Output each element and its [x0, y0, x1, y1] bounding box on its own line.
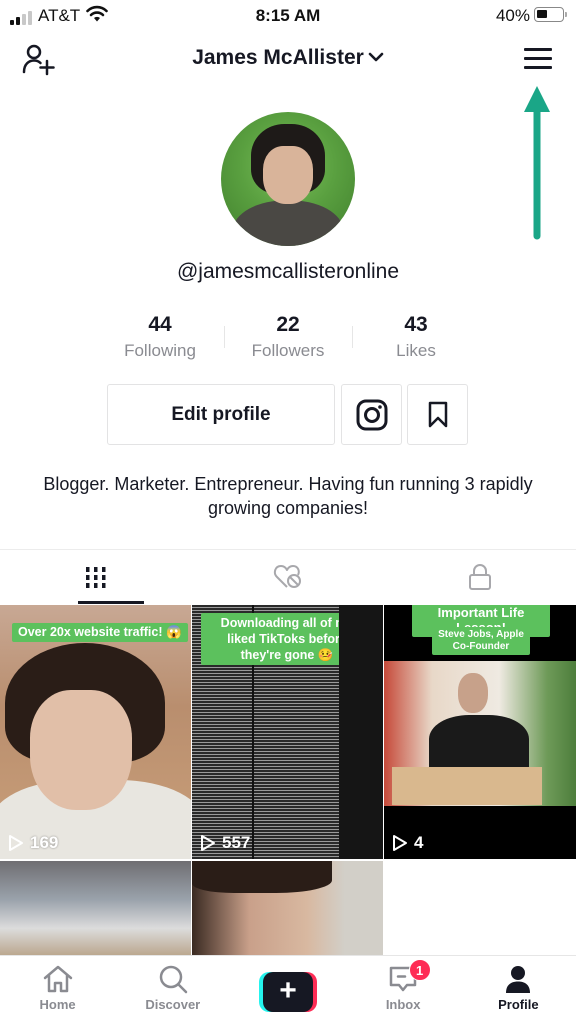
bookmark-icon: [428, 401, 447, 427]
nav-label: Home: [39, 997, 76, 1012]
view-count-value: 169: [30, 833, 59, 852]
content-tabs: [0, 550, 576, 604]
plus-icon: +: [262, 972, 313, 1012]
video-thumbnail[interactable]: [192, 861, 383, 955]
stat-value: 22: [276, 313, 300, 336]
stat-followers[interactable]: 22 Followers: [224, 312, 352, 364]
lock-icon: [469, 564, 491, 590]
search-icon: [159, 965, 188, 994]
stat-label: Following: [124, 341, 196, 360]
menu-button[interactable]: [524, 48, 552, 70]
nav-create[interactable]: +: [230, 956, 345, 1024]
stat-label: Followers: [251, 341, 325, 360]
tab-private[interactable]: [384, 550, 576, 604]
view-count-value: 557: [222, 833, 251, 852]
nav-discover[interactable]: Discover: [115, 956, 230, 1024]
nav-label: Inbox: [385, 997, 421, 1012]
view-count-value: 4: [414, 833, 424, 852]
video-caption: Over 20x website traffic! 😱: [12, 623, 188, 642]
heart-hidden-icon: [273, 565, 301, 588]
video-grid: Over 20x website traffic! 😱 169 Download…: [0, 605, 576, 955]
video-thumbnail[interactable]: [0, 861, 191, 955]
nav-inbox[interactable]: 1 Inbox: [346, 956, 461, 1024]
stat-label: Likes: [396, 341, 436, 360]
view-count: 4: [392, 833, 423, 853]
play-icon: [393, 835, 407, 851]
home-icon: [43, 965, 72, 993]
account-name: James McAllister: [192, 46, 364, 69]
hamburger-menu-icon: [524, 48, 552, 51]
video-caption: Downloading all of my liked TikToks befo…: [201, 613, 373, 665]
view-count: 557: [200, 833, 250, 853]
view-count: 169: [8, 833, 58, 853]
video-thumbnail[interactable]: Downloading all of my liked TikToks befo…: [192, 605, 383, 859]
profile-icon: [506, 966, 531, 993]
clock: 8:15 AM: [255, 6, 321, 25]
video-subcaption: Steve Jobs, Apple Co-Founder: [432, 627, 530, 655]
stat-value: 43: [404, 313, 428, 336]
create-video-button[interactable]: +: [258, 972, 317, 1012]
annotation-arrow-icon: [524, 86, 550, 240]
empty-grid-cell: [384, 861, 576, 955]
profile-bio: Blogger. Marketer. Entrepreneur. Having …: [43, 474, 533, 518]
edit-profile-button[interactable]: Edit profile: [107, 384, 335, 445]
chevron-down-icon: [368, 44, 384, 68]
video-thumbnail[interactable]: Over 20x website traffic! 😱 169: [0, 605, 191, 859]
tab-liked[interactable]: [192, 550, 384, 604]
stat-following[interactable]: 44 Following: [96, 312, 224, 364]
tab-videos[interactable]: [0, 550, 192, 604]
profile-stats: 44 Following 22 Followers 43 Likes: [96, 312, 480, 364]
profile-header: James McAllister: [0, 38, 576, 80]
battery-icon: [534, 7, 567, 22]
nav-label: Discover: [145, 997, 201, 1012]
instagram-icon: [356, 399, 387, 430]
bottom-nav: Home Discover + 1 Inbox Profile: [0, 955, 576, 1024]
stat-value: 44: [148, 313, 172, 336]
stat-likes[interactable]: 43 Likes: [352, 312, 480, 364]
account-switcher[interactable]: James McAllister: [0, 46, 576, 70]
notification-badge: 1: [408, 959, 431, 981]
play-icon: [201, 835, 215, 851]
nav-label: Profile: [498, 997, 539, 1012]
active-tab-indicator: [78, 601, 144, 604]
instagram-button[interactable]: [341, 384, 402, 445]
favorites-button[interactable]: [407, 384, 468, 445]
nav-home[interactable]: Home: [0, 956, 115, 1024]
username: @jamesmcallisteronline: [176, 260, 400, 283]
battery-percent: 40%: [495, 6, 530, 25]
status-bar: AT&T 8:15 AM 40%: [0, 0, 576, 32]
video-thumbnail[interactable]: Important Life Lesson! Steve Jobs, Apple…: [384, 605, 576, 859]
profile-avatar[interactable]: [221, 112, 355, 246]
play-icon: [9, 835, 23, 851]
grid-bars-icon: [86, 567, 106, 588]
nav-profile[interactable]: Profile: [461, 956, 576, 1024]
